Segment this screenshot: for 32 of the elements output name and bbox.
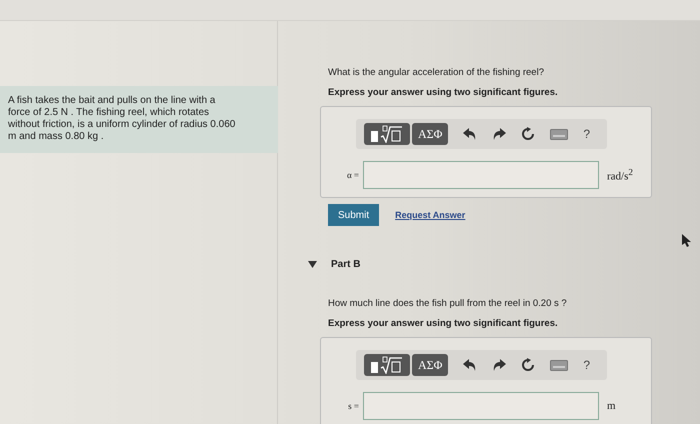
question-text: What is the angular acceleration of the fishing reel? xyxy=(327,67,545,78)
instruction-text: Express your answer using two significant figures. xyxy=(327,87,559,98)
keyboard-icon[interactable] xyxy=(550,128,568,140)
unit-label: m xyxy=(607,400,616,412)
help-button[interactable]: ? xyxy=(583,358,590,372)
redo-icon[interactable] xyxy=(492,359,506,371)
problem-statement: A fish takes the bait and pulls on the line with a force of 2.5 N . The fishing reel, which rotates without friction, is a uniform cylinder of radius 0.060 m and mass 0.80 kg . xyxy=(0,86,278,153)
symbols-button[interactable]: ΑΣΦ xyxy=(412,354,448,376)
instruction-text: Express your answer using two significant figures. xyxy=(327,318,559,329)
reset-icon[interactable] xyxy=(521,358,536,372)
request-answer-link[interactable]: Request Answer xyxy=(395,210,466,220)
question-text: How much line does the fish pull from the reel in 0.20 s ? xyxy=(327,298,568,309)
keyboard-icon[interactable] xyxy=(550,360,568,370)
collapse-triangle-icon[interactable] xyxy=(308,261,317,268)
mouse-cursor-icon xyxy=(682,234,691,247)
answer-field[interactable] xyxy=(363,392,599,420)
undo-icon[interactable] xyxy=(463,359,478,371)
unit-label: rad/s$^{2}$ xyxy=(607,167,633,183)
radical-template-icon xyxy=(370,356,404,374)
answer-field[interactable] xyxy=(363,161,599,189)
template-button[interactable] xyxy=(364,123,410,145)
reset-icon[interactable] xyxy=(521,127,536,141)
submit-button[interactable]: Submit xyxy=(328,204,380,226)
symbols-button[interactable]: ΑΣΦ xyxy=(412,123,448,145)
variable-label: α = xyxy=(346,170,360,180)
redo-icon[interactable] xyxy=(492,128,506,140)
undo-icon[interactable] xyxy=(463,128,478,140)
template-button[interactable] xyxy=(364,354,410,376)
help-button[interactable]: ? xyxy=(583,127,590,141)
part-title[interactable]: Part B xyxy=(331,259,360,270)
radical-template-icon xyxy=(370,125,404,143)
variable-label: s = xyxy=(347,401,360,411)
